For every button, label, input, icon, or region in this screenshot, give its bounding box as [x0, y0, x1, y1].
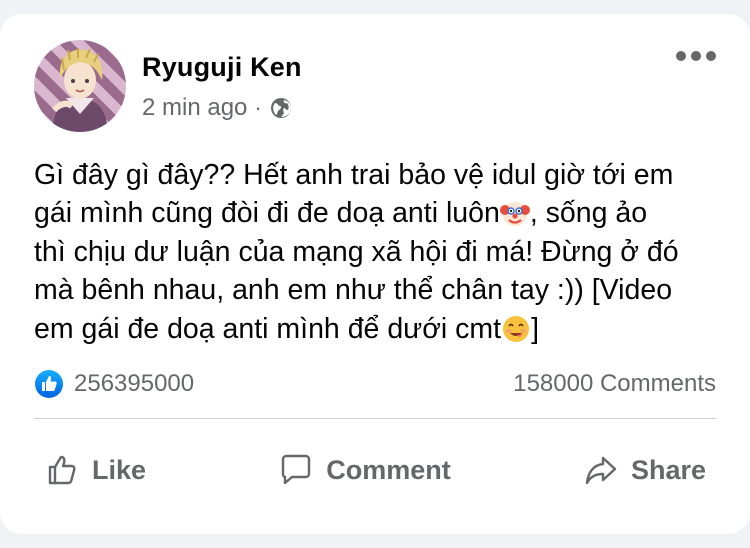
- post-timestamp[interactable]: 2 min ago: [142, 94, 247, 122]
- comment-count[interactable]: 158000 Comments: [513, 370, 716, 398]
- comment-bubble-icon: [282, 454, 311, 485]
- avatar[interactable]: [34, 40, 126, 132]
- like-badge-icon: [34, 369, 64, 399]
- post-meta: 2 min ago ·: [142, 94, 293, 122]
- share-button-label: Share: [630, 454, 706, 485]
- post-text-part3: ]: [531, 312, 540, 345]
- globe-icon[interactable]: [269, 96, 293, 120]
- author-name[interactable]: Ryuguji Ken: [142, 52, 302, 83]
- reaction-stats: 256395000 158000 Comments: [34, 366, 716, 402]
- post-card: Ryuguji Ken 2 min ago · Gì đây gì đây?? …: [0, 14, 750, 534]
- share-button[interactable]: Share: [573, 452, 716, 488]
- clown-face-emoji-icon: [499, 198, 530, 228]
- post-body: Gì đây gì đây?? Hết anh trai bảo vệ idul…: [34, 156, 734, 348]
- share-arrow-icon: [585, 456, 617, 485]
- like-button[interactable]: Like: [34, 452, 156, 488]
- comment-button-label: Comment: [326, 454, 451, 485]
- more-horizontal-icon-dot: [706, 51, 716, 61]
- like-summary[interactable]: 256395000: [34, 369, 194, 399]
- smiling-face-emoji-icon: [501, 314, 531, 344]
- more-horizontal-icon-dot: [691, 51, 701, 61]
- thumbs-up-icon: [48, 455, 76, 485]
- comment-button[interactable]: Comment: [268, 452, 461, 488]
- meta-separator: ·: [254, 95, 262, 120]
- divider: [34, 418, 716, 419]
- action-bar: Like Comment Share: [34, 440, 716, 500]
- like-count: 256395000: [74, 370, 195, 397]
- like-button-label: Like: [92, 454, 147, 485]
- more-horizontal-icon-dot: [676, 51, 686, 61]
- more-options-button[interactable]: [676, 46, 720, 66]
